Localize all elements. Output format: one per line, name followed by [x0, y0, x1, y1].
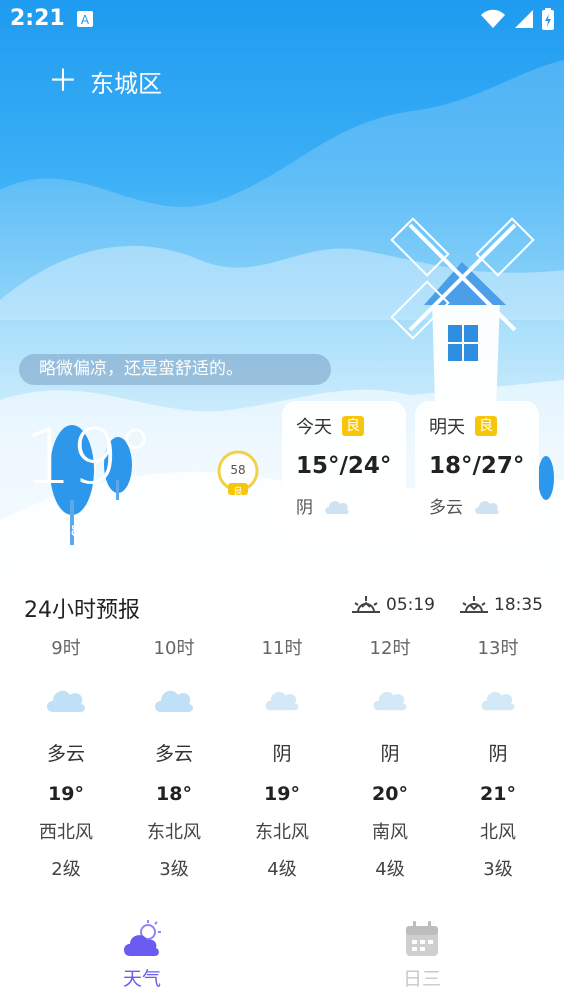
nav-weather-label: 天气 — [122, 968, 161, 990]
today-condition: 阴 — [296, 498, 313, 518]
hour-column: 12时 阴 20° 南风 4级 — [336, 634, 444, 888]
sunset: 18:35 — [460, 594, 543, 616]
hour-label: 13时 — [477, 638, 519, 659]
aqi-badge[interactable]: 58 良 — [216, 449, 260, 497]
sunrise: 05:19 — [352, 594, 435, 616]
tomorrow-quality-badge: 良 — [475, 416, 497, 436]
cloud-icon — [265, 691, 299, 711]
hour-label: 9时 — [51, 638, 81, 659]
hour-wind: 东北风 — [255, 822, 309, 843]
cloud-icon — [481, 691, 515, 711]
hour-label: 11时 — [261, 638, 303, 659]
hour-condition: 阴 — [380, 743, 400, 765]
tomorrow-card[interactable]: 明天良 18°/27° 多云 — [415, 401, 539, 536]
hour-wind: 北风 — [480, 822, 516, 843]
weather-tip: 略微偏凉，还是蛮舒适的。 — [19, 354, 331, 385]
tomorrow-range: 18°/27° — [429, 453, 525, 479]
status-time: 2:21 — [10, 6, 65, 31]
hour-column: 10时 多云 18° 东北风 3级 — [120, 634, 228, 888]
aqi-value: 58 — [230, 463, 246, 477]
hour-temp: 18° — [156, 783, 192, 805]
sunrise-icon — [352, 596, 380, 613]
hour-wind: 西北风 — [39, 822, 93, 843]
current-temperature: 19° — [24, 412, 155, 501]
signal-icon — [515, 10, 533, 28]
hour-condition: 多云 — [154, 743, 193, 765]
publish-time: 04月28日 09:45发布 — [24, 521, 180, 540]
notification-icon: A — [77, 11, 93, 27]
weather-icon — [124, 920, 161, 956]
forecast-title: 24小时预报 — [24, 598, 140, 623]
add-location-button[interactable]: ＋ 东城区 — [48, 64, 162, 99]
hour-wind: 南风 — [372, 822, 408, 843]
sunset-time: 18:35 — [494, 595, 543, 615]
hour-temp: 19° — [48, 783, 84, 805]
hour-condition: 阴 — [272, 743, 292, 765]
current-condition: 多云 — [153, 473, 199, 499]
hour-wind: 东北风 — [147, 822, 201, 843]
battery-icon — [542, 8, 554, 30]
hour-column: 13时 阴 21° 北风 3级 — [444, 634, 552, 888]
hour-wind-level: 2级 — [51, 859, 81, 880]
hour-column: 9时 多云 19° 西北风 2级 — [12, 634, 120, 888]
nav-calendar[interactable]: 日三 — [352, 920, 492, 991]
hour-condition: 多云 — [46, 743, 85, 765]
today-range: 15°/24° — [296, 453, 392, 479]
hour-temp: 21° — [480, 783, 516, 805]
hour-temp: 19° — [264, 783, 300, 805]
hour-wind-level: 4级 — [267, 859, 297, 880]
today-quality-badge: 良 — [342, 416, 364, 436]
sunset-icon — [460, 596, 488, 613]
hour-temp: 20° — [372, 783, 408, 805]
today-card[interactable]: 今天良 15°/24° 阴 — [282, 401, 406, 536]
location-name: 东城区 — [90, 70, 162, 98]
cloud-icon — [155, 690, 194, 712]
wifi-icon — [481, 9, 505, 28]
bottom-nav: 天气 日三 — [0, 912, 564, 1004]
hour-label: 12时 — [369, 638, 411, 659]
plus-icon: ＋ — [48, 63, 78, 99]
nav-weather[interactable]: 天气 — [72, 920, 212, 991]
hour-wind-level: 3级 — [483, 859, 513, 880]
tomorrow-label: 明天 — [429, 417, 465, 438]
cloud-icon — [325, 500, 349, 514]
hour-wind-level: 3级 — [159, 859, 189, 880]
hour-column: 11时 阴 19° 东北风 4级 — [228, 634, 336, 888]
calendar-icon — [406, 921, 438, 956]
status-bar: 2:21 A — [0, 0, 564, 40]
hourly-list: 9时 多云 19° 西北风 2级 10时 多云 18° 东北风 3级 11时 阴… — [0, 634, 564, 888]
svg-text:A: A — [81, 13, 90, 27]
sunrise-time: 05:19 — [386, 595, 435, 615]
cloud-icon — [373, 691, 407, 711]
today-label: 今天 — [296, 417, 332, 438]
aqi-level: 良 — [233, 487, 243, 497]
cloud-icon — [47, 690, 86, 712]
hour-label: 10时 — [153, 638, 195, 659]
tomorrow-condition: 多云 — [429, 498, 463, 518]
hour-condition: 阴 — [488, 743, 508, 765]
nav-calendar-label: 日三 — [402, 968, 441, 990]
hour-wind-level: 4级 — [375, 859, 405, 880]
cloud-icon — [475, 500, 499, 514]
